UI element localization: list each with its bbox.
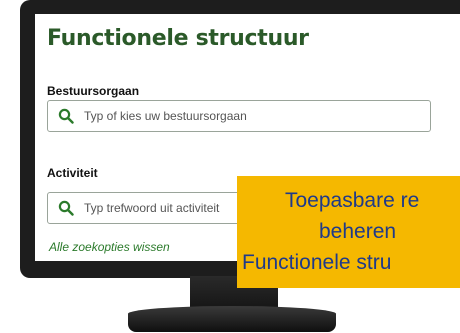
callout-line-2: beheren [319,220,397,243]
search-icon [58,200,74,216]
monitor-stand-base [128,306,336,332]
bestuursorgaan-input[interactable] [84,109,404,123]
callout-line-3: Functionele stru [242,251,392,274]
search-icon [58,108,74,124]
callout-box: Toepasbare re beheren Functionele stru [237,176,460,288]
page-title: Functionele structuur [47,26,309,51]
bestuursorgaan-search-box[interactable] [47,100,431,132]
bestuursorgaan-label: Bestuursorgaan [47,84,140,98]
callout-line-1: Toepasbare re [285,189,420,212]
activiteit-label: Activiteit [47,166,98,180]
clear-search-link[interactable]: Alle zoekopties wissen [49,240,170,254]
